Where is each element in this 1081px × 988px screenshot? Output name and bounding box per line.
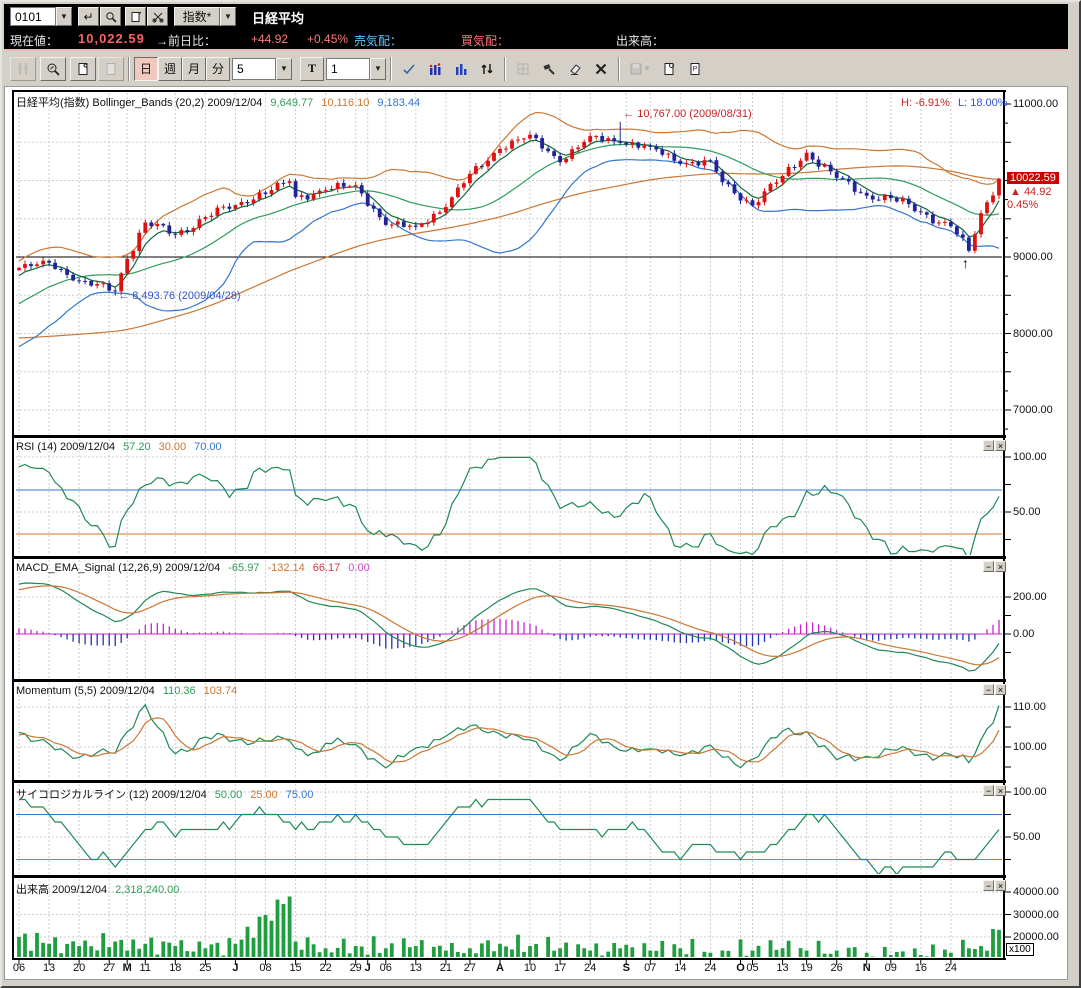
psychological-upper-guide-value: 75.00: [286, 789, 314, 801]
rsi-close-button[interactable]: ×: [995, 440, 1006, 451]
price-percent-annotation: 0.45%: [1007, 199, 1038, 211]
macd-signal-value: 66.17: [313, 562, 341, 574]
low-percent-annotation: L: 18.00%: [958, 97, 1008, 109]
rsi-upper-guide-value: 70.00: [194, 441, 222, 453]
momentum-value: 110.36: [163, 685, 196, 697]
rsi-value: 57.20: [123, 441, 151, 453]
momentum-panel-header: Momentum (5,5) 2009/12/04 110.36 103.74: [16, 685, 237, 697]
macd-close-button[interactable]: ×: [995, 561, 1006, 572]
low-price-annotation: ← 8,493.76 (2009/04/28): [118, 290, 240, 302]
rsi-panel-title: RSI (14) 2009/12/04: [16, 441, 115, 453]
rsi-panel-header: RSI (14) 2009/12/04 57.20 30.00 70.00: [16, 441, 222, 453]
macd-minimize-button[interactable]: −: [983, 561, 994, 572]
macd-ema-value: -132.14: [267, 562, 304, 574]
volume-close-button[interactable]: ×: [995, 880, 1006, 891]
volume-value: 2,318,240.00: [115, 884, 179, 896]
main-panel-header: 日経平均(指数) Bollinger_Bands (20,2) 2009/12/…: [16, 94, 420, 110]
macd-value: -65.97: [228, 562, 259, 574]
x-axis: [4, 958, 1070, 978]
momentum-panel-title: Momentum (5,5) 2009/12/04: [16, 685, 155, 697]
current-price-tag: 10022.59: [1007, 172, 1059, 184]
rsi-minimize-button[interactable]: −: [983, 440, 994, 451]
panel-plot-main[interactable]: [4, 92, 1070, 435]
chart-plot-layer: [4, 2, 1070, 988]
high-price-annotation: ← 10,767.00 (2009/08/31): [623, 108, 751, 120]
bollinger-upper-value: 10,116.10: [321, 97, 369, 109]
volume-minimize-button[interactable]: −: [983, 880, 994, 891]
volume-unit-box: x100: [1006, 943, 1034, 956]
momentum-signal-value: 103.74: [204, 685, 238, 697]
volume-panel-title: 出来高 2009/12/04: [16, 884, 107, 896]
psychological-value: 50.00: [215, 789, 243, 801]
panel-plot-rsi[interactable]: [4, 438, 1070, 556]
main-panel-title: 日経平均(指数) Bollinger_Bands (20,2) 2009/12/…: [16, 97, 262, 109]
bollinger-lower-value: 9,183.44: [377, 97, 420, 109]
chart-app-window: 0101 ▼ ↵ 指数* ▼ 日経平均 現在値： 10,022.59 →前日比：…: [0, 0, 1081, 988]
macd-panel-header: MACD_EMA_Signal (12,26,9) 2009/12/04 -65.…: [16, 562, 370, 574]
rsi-lower-guide-value: 30.00: [159, 441, 187, 453]
psychological-panel-title: サイコロジカルライン (12) 2009/12/04: [16, 789, 207, 801]
high-percent-annotation: H: -6.91%: [901, 97, 950, 109]
macd-panel-title: MACD_EMA_Signal (12,26,9) 2009/12/04: [16, 562, 220, 574]
momentum-minimize-button[interactable]: −: [983, 684, 994, 695]
panel-plot-macd[interactable]: [4, 559, 1070, 679]
macd-zero-value: 0.00: [348, 562, 369, 574]
bollinger-mid-value: 9,649.77: [270, 97, 313, 109]
psychological-lower-guide-value: 25.00: [250, 789, 278, 801]
volume-panel-header: 出来高 2009/12/04 2,318,240.00: [16, 881, 179, 897]
psychological-panel-header: サイコロジカルライン (12) 2009/12/04 50.00 25.00 75.0…: [16, 786, 313, 802]
momentum-close-button[interactable]: ×: [995, 684, 1006, 695]
psychological-minimize-button[interactable]: −: [983, 785, 994, 796]
psychological-close-button[interactable]: ×: [995, 785, 1006, 796]
price-change-annotation: ▲ 44.92: [1010, 186, 1051, 198]
up-arrow-marker: ↑: [962, 255, 969, 271]
